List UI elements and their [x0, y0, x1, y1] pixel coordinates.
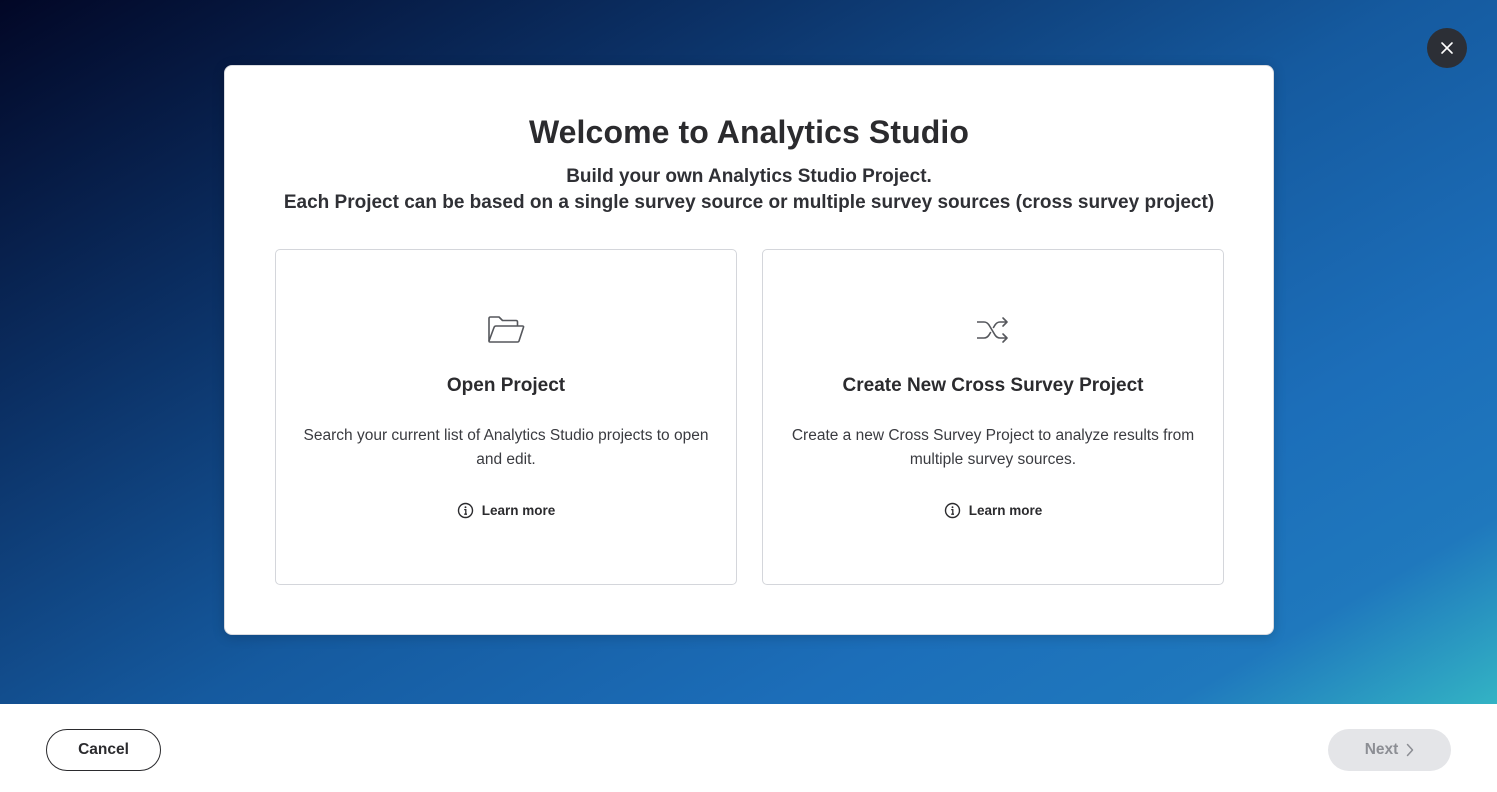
cross-survey-project-description: Create a new Cross Survey Project to ana… [791, 427, 1195, 468]
learn-more-label: Learn more [968, 503, 1043, 518]
welcome-dialog: Welcome to Analytics Studio Build your o… [224, 65, 1274, 635]
dialog-subtitle-line2: Each Project can be based on a single su… [283, 192, 1215, 213]
cross-survey-project-title: Create New Cross Survey Project [842, 375, 1144, 396]
next-button[interactable]: Next [1328, 729, 1451, 771]
folder-open-icon [488, 316, 525, 343]
close-button[interactable] [1427, 28, 1467, 68]
info-icon [457, 502, 473, 519]
chevron-right-icon [1407, 743, 1414, 757]
open-project-card[interactable]: Open Project Search your current list of… [275, 249, 737, 585]
dialog-subtitle-line1: Build your own Analytics Studio Project. [566, 166, 932, 187]
cancel-button[interactable]: Cancel [46, 729, 161, 771]
info-icon [944, 502, 960, 519]
next-button-label: Next [1364, 741, 1399, 758]
cross-survey-project-card[interactable]: Create New Cross Survey Project Create a… [762, 249, 1224, 585]
close-icon [1441, 42, 1453, 54]
learn-more-label: Learn more [481, 503, 556, 518]
dialog-title: Welcome to Analytics Studio [528, 114, 970, 150]
open-project-description: Search your current list of Analytics St… [303, 427, 709, 468]
open-project-title: Open Project [446, 375, 566, 396]
shuffle-icon [977, 317, 1008, 343]
cross-survey-learn-more-link[interactable]: Learn more [763, 502, 1223, 519]
app-screen: Welcome to Analytics Studio Build your o… [0, 0, 1497, 792]
open-project-learn-more-link[interactable]: Learn more [276, 502, 736, 519]
